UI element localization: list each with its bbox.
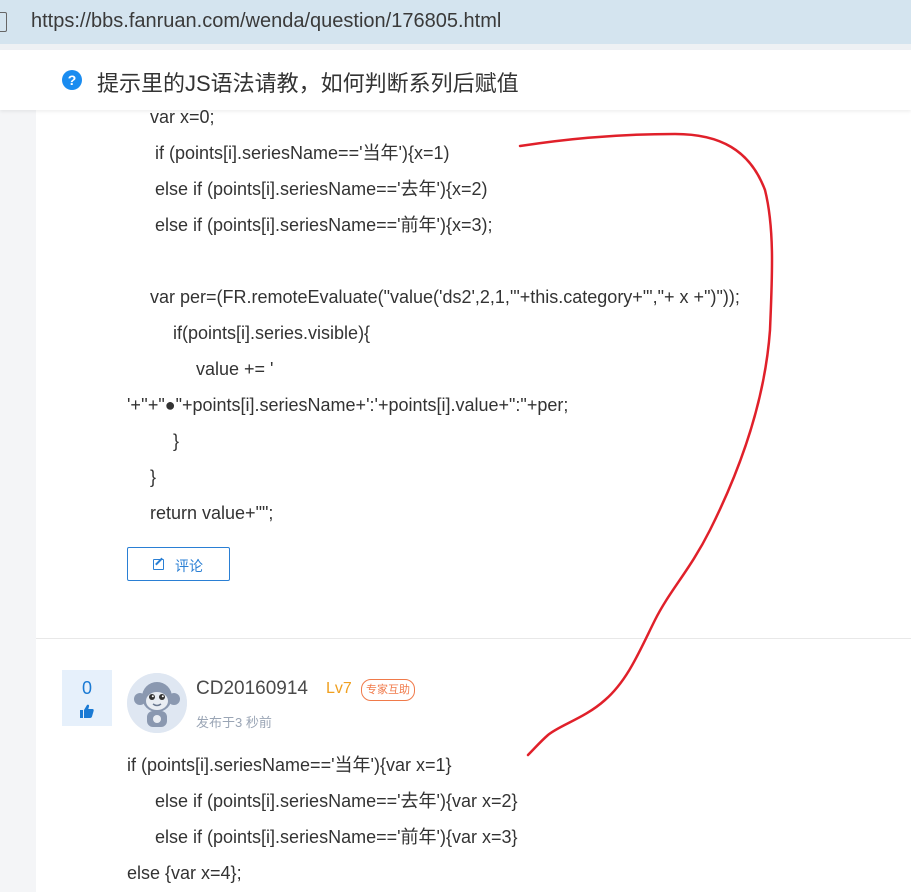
username[interactable]: CD20160914	[196, 678, 308, 700]
code-line: '+''+"●"+points[i].seriesName+':'+points…	[127, 395, 569, 415]
edit-icon	[153, 559, 164, 570]
avatar-monkey-icon	[127, 673, 187, 733]
divider	[36, 638, 911, 639]
post-time: 发布于3 秒前	[196, 715, 272, 730]
code-line: else if (points[i].seriesName=='前年'){x=3…	[150, 215, 493, 235]
question-header: ? 提示里的JS语法请教，如何判断系列后赋值	[0, 50, 911, 110]
code-line: else if (points[i].seriesName=='去年'){x=2…	[150, 179, 488, 199]
avatar[interactable]	[127, 673, 187, 733]
code-line: if (points[i].seriesName=='当年'){x=1)	[150, 143, 450, 163]
vote-count: 0	[81, 678, 92, 698]
vote-box[interactable]: 0	[62, 670, 112, 726]
code-line: return value+"";	[150, 503, 274, 523]
reply-code-line: else if (points[i].seriesName=='前年'){var…	[150, 827, 518, 847]
code-line: var per=(FR.remoteEvaluate("value('ds2',…	[150, 287, 740, 307]
reply-code-line: else {var x=4};	[127, 863, 242, 883]
user-level: Lv7	[326, 680, 352, 697]
code-line: }	[150, 467, 157, 487]
question-title: 提示里的JS语法请教，如何判断系列后赋值	[97, 71, 519, 96]
comment-button-label: 评论	[175, 558, 203, 574]
browser-address-bar[interactable]: https://bbs.fanruan.com/wenda/question/1…	[0, 0, 911, 45]
status-badge: 专家互助	[361, 679, 415, 701]
question-icon: ?	[62, 70, 82, 90]
code-line: value += '	[196, 359, 274, 379]
reply-code-line: if (points[i].seriesName=='当年'){var x=1}	[127, 755, 452, 775]
code-line: }	[173, 431, 180, 451]
page-icon	[0, 12, 7, 32]
reply-code-line: else if (points[i].seriesName=='去年'){var…	[150, 791, 518, 811]
url-text[interactable]: https://bbs.fanruan.com/wenda/question/1…	[31, 10, 501, 33]
thumbs-up-icon[interactable]	[80, 704, 94, 718]
comment-button[interactable]: 评论	[127, 547, 230, 581]
code-line: if(points[i].series.visible){	[173, 323, 371, 343]
